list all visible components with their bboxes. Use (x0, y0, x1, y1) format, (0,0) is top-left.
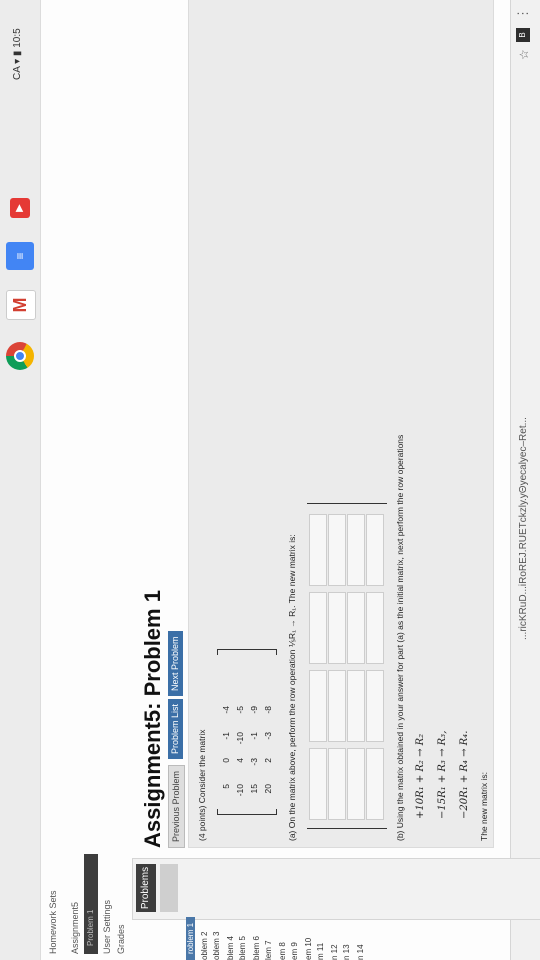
answer-cell[interactable] (366, 670, 384, 742)
problem-link-10[interactable]: em 10 (304, 938, 313, 960)
given-matrix: 50-1-4 -104-10-5 15-3-1-9 202-3-8 (217, 649, 277, 815)
nav-user-settings[interactable]: User Settings (102, 900, 112, 954)
nav-current-problem[interactable]: Problem 1 (84, 854, 98, 954)
row-operation: +10R₁ + R₂ → R₂ (415, 733, 426, 819)
problem-link-6[interactable]: blem 6 (252, 936, 261, 960)
screen: M ≡ ▶ CA ▾ ▮ 10:5 ...ricKRuD...iRoREJ.RU… (0, 0, 540, 960)
problem-intro: (4 points) Consider the matrix (197, 729, 207, 842)
problem-link-2[interactable]: oblem 2 (200, 932, 209, 960)
answer-cell[interactable] (309, 670, 327, 742)
chrome-icon[interactable] (6, 342, 34, 370)
extension-icon[interactable]: B (516, 28, 530, 42)
docs-icon[interactable]: ≡ (6, 242, 34, 270)
main-content: Assignment5: Problem 1 Previous Problem … (40, 0, 510, 848)
answer-matrix-a (307, 503, 387, 829)
next-problem-button[interactable]: Next Problem (168, 631, 183, 696)
answer-cell[interactable] (328, 592, 346, 664)
answer-cell[interactable] (366, 514, 384, 586)
part-b-prompt: (b) Using the matrix obtained in your an… (395, 434, 405, 841)
bookmark-star-icon[interactable]: ☆ (517, 49, 531, 60)
answer-cell[interactable] (328, 670, 346, 742)
problem-link-9[interactable]: em 9 (290, 942, 299, 960)
matrix-row: 50-1-4 (221, 706, 231, 789)
row-operation: −15R₁ + R₃ → R₃, (437, 730, 448, 819)
part-a-prompt: (a) On the matrix above, perform the row… (287, 534, 297, 841)
problems-panel (132, 858, 540, 920)
problem-link-5[interactable]: blem 5 (238, 936, 247, 960)
answer-cell[interactable] (347, 592, 365, 664)
matrix-row: 202-3-8 (263, 706, 273, 794)
os-shelf: M ≡ ▶ CA ▾ ▮ 10:5 (0, 0, 41, 960)
answer-cell[interactable] (328, 514, 346, 586)
problem-link-11[interactable]: m 11 (316, 943, 325, 960)
system-tray[interactable]: CA ▾ ▮ 10:5 (12, 28, 23, 80)
nav-assignment[interactable]: Assignment5 (70, 902, 80, 954)
answer-cell[interactable] (309, 592, 327, 664)
problems-divider (160, 864, 178, 912)
problem-link-1[interactable]: roblem 1 (186, 916, 195, 960)
new-matrix-label: The new matrix is: (479, 772, 489, 841)
page-title: Assignment5: Problem 1 (140, 590, 165, 848)
problem-link-4[interactable]: blem 4 (226, 936, 235, 960)
left-navigation: Homework Sets Assignment5 Problem 1 User… (40, 854, 540, 960)
problem-link-7[interactable]: lem 7 (264, 940, 273, 960)
previous-problem-button[interactable]: Previous Problem (168, 764, 185, 848)
answer-cell[interactable] (347, 748, 365, 820)
browser-toolbar: ...ricKRuD...iRoREJ.RUETсkzlу.уΘуecalуeс… (510, 0, 540, 960)
nav-grades[interactable]: Grades (116, 924, 126, 954)
problem-link-12[interactable]: n 12 (330, 944, 339, 960)
nav-homework-sets[interactable]: Homework Sets (48, 890, 58, 954)
problem-link-13[interactable]: n 13 (342, 944, 351, 960)
problem-list-button[interactable]: Problem List (168, 698, 183, 759)
answer-cell[interactable] (309, 514, 327, 586)
problem-link-14[interactable]: n 14 (356, 944, 365, 960)
answer-cell[interactable] (347, 670, 365, 742)
problems-title: Problems (136, 864, 156, 912)
answer-cell[interactable] (366, 592, 384, 664)
play-icon[interactable]: ▶ (10, 198, 30, 218)
answer-cell[interactable] (328, 748, 346, 820)
browser-menu-icon[interactable]: ⋮ (515, 7, 531, 20)
problem-link-3[interactable]: oblem 3 (212, 932, 221, 960)
answer-cell[interactable] (309, 748, 327, 820)
problem-link-8[interactable]: em 8 (278, 942, 287, 960)
gmail-icon[interactable]: M (6, 290, 36, 320)
row-operation: −20R₁ + R₄ → R₄. (459, 730, 470, 819)
url-bar[interactable]: ...ricKRuD...iRoREJ.RUETсkzlу.уΘуecalуeс… (518, 417, 529, 640)
answer-cell[interactable] (347, 514, 365, 586)
matrix-row: -104-10-5 (235, 706, 245, 797)
matrix-row: 15-3-1-9 (249, 706, 259, 794)
answer-cell[interactable] (366, 748, 384, 820)
problem-panel: (4 points) Consider the matrix 50-1-4 -1… (188, 0, 494, 848)
